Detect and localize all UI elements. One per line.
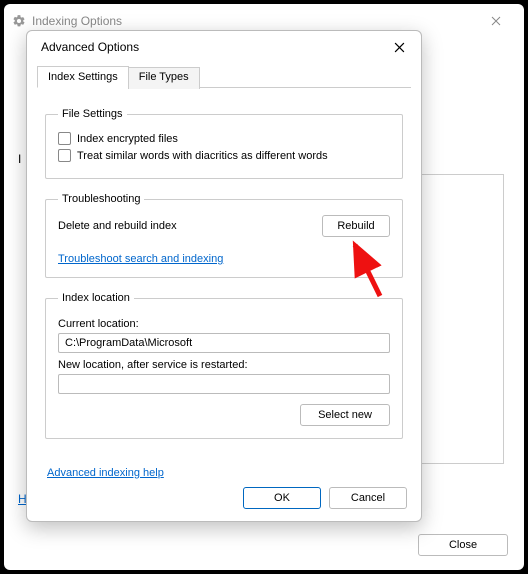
index-encrypted-row[interactable]: Index encrypted files (58, 132, 390, 145)
troubleshoot-link-label: Troubleshoot search and indexing (58, 253, 223, 265)
current-location-label: Current location: (58, 318, 390, 330)
outer-close-footer-button[interactable]: Close (418, 534, 508, 556)
diacritics-label: Treat similar words with diacritics as d… (77, 150, 328, 162)
tab-label: Index Settings (48, 71, 118, 83)
delete-rebuild-label: Delete and rebuild index (58, 220, 177, 232)
file-settings-legend: File Settings (58, 108, 127, 120)
index-location-legend: Index location (58, 292, 134, 304)
new-location-field[interactable] (58, 374, 390, 394)
new-location-label: New location, after service is restarted… (58, 359, 390, 371)
rebuild-label: Rebuild (337, 220, 374, 232)
advanced-indexing-help-link[interactable]: Advanced indexing help (47, 467, 164, 479)
diacritics-checkbox[interactable] (58, 149, 71, 162)
current-location-field[interactable]: C:\ProgramData\Microsoft (58, 333, 390, 353)
tab-file-types[interactable]: File Types (128, 67, 200, 89)
close-icon (394, 42, 405, 53)
cancel-button[interactable]: Cancel (329, 487, 407, 509)
cancel-label: Cancel (351, 492, 385, 504)
inner-close-button[interactable] (387, 35, 411, 59)
tab-label: File Types (139, 71, 189, 83)
index-location-group: Index location Current location: C:\Prog… (45, 292, 403, 439)
select-new-button[interactable]: Select new (300, 404, 390, 426)
outer-partial-text: I (18, 152, 21, 166)
troubleshoot-link[interactable]: Troubleshoot search and indexing (58, 253, 223, 265)
advanced-options-dialog: Advanced Options Index Settings File Typ… (26, 30, 422, 522)
inner-titlebar: Advanced Options (27, 31, 421, 63)
current-location-value: C:\ProgramData\Microsoft (65, 337, 192, 349)
outer-close-button[interactable] (476, 7, 516, 35)
troubleshooting-legend: Troubleshooting (58, 193, 144, 205)
ok-button[interactable]: OK (243, 487, 321, 509)
tab-strip: Index Settings File Types (37, 65, 411, 88)
index-encrypted-checkbox[interactable] (58, 132, 71, 145)
index-encrypted-label: Index encrypted files (77, 133, 178, 145)
diacritics-row[interactable]: Treat similar words with diacritics as d… (58, 149, 390, 162)
gear-icon (12, 14, 26, 28)
inner-footer: OK Cancel (243, 487, 407, 509)
file-settings-group: File Settings Index encrypted files Trea… (45, 108, 403, 179)
close-label: Close (449, 539, 477, 551)
close-icon (491, 16, 501, 26)
rebuild-button[interactable]: Rebuild (322, 215, 390, 237)
help-link-label: Advanced indexing help (47, 467, 164, 479)
ok-label: OK (274, 492, 290, 504)
troubleshooting-group: Troubleshooting Delete and rebuild index… (45, 193, 403, 278)
tab-content: File Settings Index encrypted files Trea… (27, 88, 421, 439)
select-new-label: Select new (318, 409, 372, 421)
tab-index-settings[interactable]: Index Settings (37, 66, 129, 88)
outer-title: Indexing Options (32, 14, 122, 28)
inner-title: Advanced Options (41, 40, 139, 54)
